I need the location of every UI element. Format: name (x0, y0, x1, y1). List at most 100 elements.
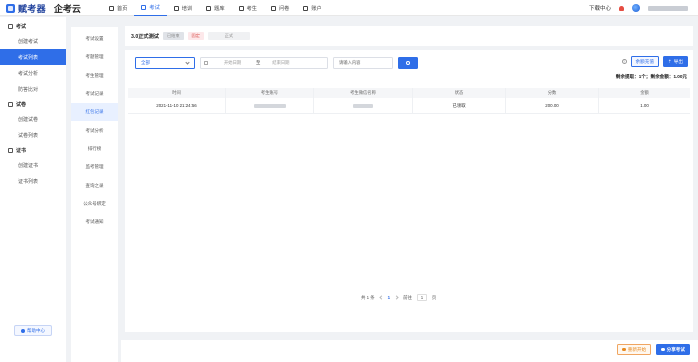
next-page-icon[interactable] (394, 295, 399, 300)
training-icon (173, 5, 179, 11)
column-header-score: 分数 (506, 88, 599, 98)
column-header-wechat: 考生微信名称 (314, 88, 413, 98)
cell-time: 2021-11-10 21:24:56 (128, 98, 226, 113)
toolbar-actions: ? 余额充值 ⇡ 导出 (621, 56, 688, 67)
subnav-exam-analysis[interactable]: 考试分析 (71, 121, 118, 139)
cell-score: 200.00 (506, 98, 599, 113)
exam-icon (141, 5, 147, 10)
user-name-redacted[interactable] (648, 5, 688, 11)
logo-subtext: 企考云 (53, 3, 81, 14)
subnav-exam-notification[interactable]: 考试通知 (71, 213, 118, 231)
share-icon (661, 347, 665, 352)
cell-account-redacted (226, 98, 314, 113)
nav-exam[interactable]: 考试 (134, 0, 167, 16)
account-icon (303, 5, 309, 11)
share-label: 分享考试 (666, 346, 685, 352)
column-header-time: 时间 (128, 88, 226, 98)
subnav-exam-settings[interactable]: 考试设置 (71, 30, 118, 48)
nav-label: 题库 (214, 5, 225, 12)
help-icon (21, 328, 25, 333)
sidebar-item-certificate-list[interactable]: 证书列表 (0, 173, 66, 189)
nav-question-bank[interactable]: 题库 (199, 0, 231, 16)
nav-student[interactable]: 考生 (232, 0, 264, 16)
date-range-picker[interactable]: 开始日期 至 结束日期 (200, 57, 328, 69)
subnav-exam-records[interactable]: 考试记录 (71, 85, 118, 103)
subnav-question-management[interactable]: 考题管理 (71, 48, 118, 66)
export-icon: ⇡ (667, 58, 672, 64)
redacted-block (353, 103, 373, 108)
goto-page-input[interactable]: 1 (416, 294, 427, 301)
cell-wechat-redacted (314, 98, 413, 113)
export-button[interactable]: ⇡ 导出 (662, 56, 688, 67)
certificate-group-icon (8, 147, 13, 153)
survey-icon (270, 5, 276, 11)
restart-label: 重新开始 (627, 346, 647, 352)
sidebar-item-create-paper[interactable]: 创建试卷 (0, 111, 66, 127)
sidebar-item-anti-cheat[interactable]: 防答比对 (0, 81, 66, 97)
records-table: 时间 考生账号 考生微信名称 状态 分数 金额 2021-11-10 21:24… (128, 88, 690, 114)
subnav-student-management[interactable]: 考生管理 (71, 67, 118, 85)
restart-button[interactable]: 重新开始 (617, 344, 652, 355)
keyword-input[interactable]: 请输入内容 (333, 57, 393, 69)
sidebar-item-create-certificate[interactable]: 创建证书 (0, 157, 66, 173)
left-sidebar: 考试 创建考试 考试列表 考试分析 防答比对 试卷 创建试卷 试卷列表 证书 创… (0, 17, 66, 362)
cell-status: 已领取 (413, 98, 506, 113)
help-center-button[interactable]: 帮助中心 (14, 325, 52, 336)
sidebar-item-exam-list[interactable]: 考试列表 (0, 49, 66, 65)
nav-label: 问卷 (278, 5, 290, 12)
sidebar-group-certificate: 证书 (0, 143, 66, 157)
status-select[interactable]: 全部 (135, 57, 195, 69)
table-row[interactable]: 2021-11-10 21:24:56 已领取 200.00 1.00 (128, 98, 690, 114)
column-header-account: 考生账号 (226, 88, 314, 98)
date-separator: 至 (256, 60, 261, 65)
sidebar-group-label: 证书 (16, 147, 27, 154)
notification-bell-icon[interactable] (619, 5, 624, 11)
subnav-official-account[interactable]: 公众号绑定 (71, 195, 118, 213)
export-label: 导出 (673, 58, 683, 64)
share-exam-button[interactable]: 分享考试 (656, 344, 690, 355)
sidebar-group-label: 考试 (16, 23, 27, 30)
status-select-value: 全部 (141, 60, 150, 65)
paper-group-icon (8, 101, 13, 107)
page-suffix: 页 (431, 294, 437, 300)
nav-label: 考试 (149, 5, 160, 11)
nav-label: 首页 (117, 5, 128, 12)
search-button[interactable] (398, 57, 418, 69)
end-date-placeholder: 结束日期 (272, 60, 290, 65)
table-header: 时间 考生账号 考生微信名称 状态 分数 金额 (128, 88, 690, 98)
nav-survey[interactable]: 问卷 (264, 0, 296, 16)
sidebar-item-exam-analysis[interactable]: 考试分析 (0, 65, 66, 81)
nav-account[interactable]: 账户 (296, 0, 328, 16)
subnav-red-packet-records[interactable]: 红包记录 (71, 103, 118, 122)
nav-home[interactable]: 首页 (102, 0, 134, 16)
formal-badge: 正式 (207, 32, 250, 40)
download-center-link[interactable]: 下载中心 (589, 4, 611, 12)
sidebar-item-paper-list[interactable]: 试卷列表 (0, 127, 66, 143)
nav-training[interactable]: 培训 (167, 0, 199, 16)
sidebar-group-paper: 试卷 (0, 97, 66, 111)
page-number[interactable]: 1 (388, 295, 390, 300)
help-question-icon[interactable]: ? (621, 59, 627, 64)
pagination-total: 共 1 条 (361, 294, 375, 300)
sidebar-item-create-exam[interactable]: 创建考试 (0, 33, 66, 49)
help-center-label: 帮助中心 (27, 327, 45, 333)
cell-amount: 1.00 (640, 103, 649, 108)
subnav-proctoring[interactable]: 监考管理 (71, 158, 118, 176)
footer-actions: 重新开始 分享考试 (617, 344, 690, 355)
search-icon (406, 61, 410, 65)
question-bank-icon (206, 5, 212, 11)
fixed-badge: 固定 (187, 32, 204, 40)
subnav-query-records[interactable]: 查询之录 (71, 176, 118, 194)
sidebar-group-label: 试卷 (16, 101, 27, 108)
brand-logo[interactable]: 赋考器 企考云 (6, 2, 81, 14)
prev-page-icon[interactable] (379, 295, 384, 300)
column-header-status: 状态 (413, 88, 506, 98)
nav-label: 账户 (311, 5, 322, 12)
goto-label: 前往 (403, 294, 412, 300)
subnav-leaderboard[interactable]: 排行榜 (71, 140, 118, 158)
records-card: 全部 开始日期 至 结束日期 请输入内容 ? 余额充值 ⇡ 导出 剩余提取：1个；… (125, 50, 693, 332)
exam-title: 3.0正式测试 (131, 33, 159, 40)
avatar[interactable] (632, 4, 640, 12)
exam-group-icon (8, 23, 13, 29)
recharge-button[interactable]: 余额充值 (630, 56, 659, 67)
